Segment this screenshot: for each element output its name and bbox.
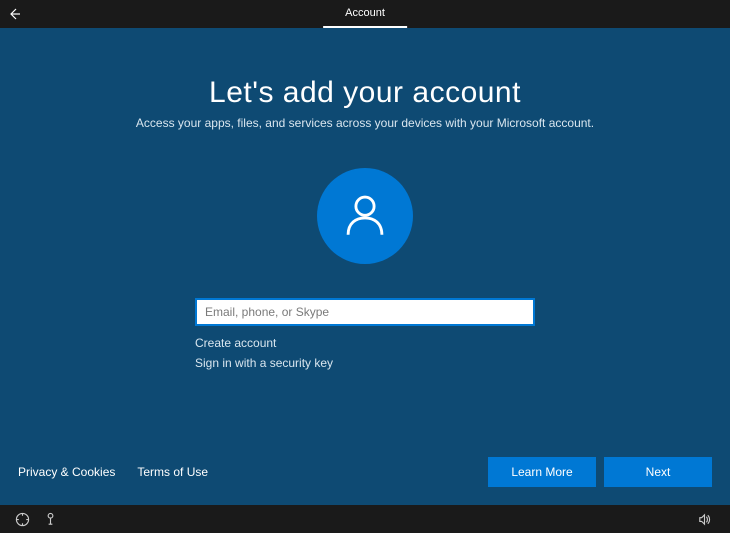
main-content: Let's add your account Access your apps,… <box>0 28 730 505</box>
user-icon <box>339 188 391 245</box>
privacy-link[interactable]: Privacy & Cookies <box>18 465 115 479</box>
input-container <box>195 298 535 326</box>
tab-account[interactable]: Account <box>323 0 407 28</box>
input-method-icon[interactable] <box>38 507 62 531</box>
avatar <box>317 168 413 264</box>
footer-row: Privacy & Cookies Terms of Use Learn Mor… <box>0 457 730 487</box>
terms-link[interactable]: Terms of Use <box>137 465 208 479</box>
title-bar: Account <box>0 0 730 28</box>
next-button[interactable]: Next <box>604 457 712 487</box>
learn-more-button[interactable]: Learn More <box>488 457 596 487</box>
link-group: Create account Sign in with a security k… <box>195 336 535 376</box>
ease-of-access-icon[interactable] <box>10 507 34 531</box>
back-button[interactable] <box>0 0 28 28</box>
tab-label: Account <box>345 7 385 19</box>
page-title: Let's add your account <box>209 76 521 110</box>
volume-icon[interactable] <box>692 507 716 531</box>
taskbar <box>0 505 730 533</box>
page-subtitle: Access your apps, files, and services ac… <box>136 116 594 130</box>
create-account-link[interactable]: Create account <box>195 336 535 350</box>
email-field[interactable] <box>195 298 535 326</box>
security-key-link[interactable]: Sign in with a security key <box>195 356 535 370</box>
